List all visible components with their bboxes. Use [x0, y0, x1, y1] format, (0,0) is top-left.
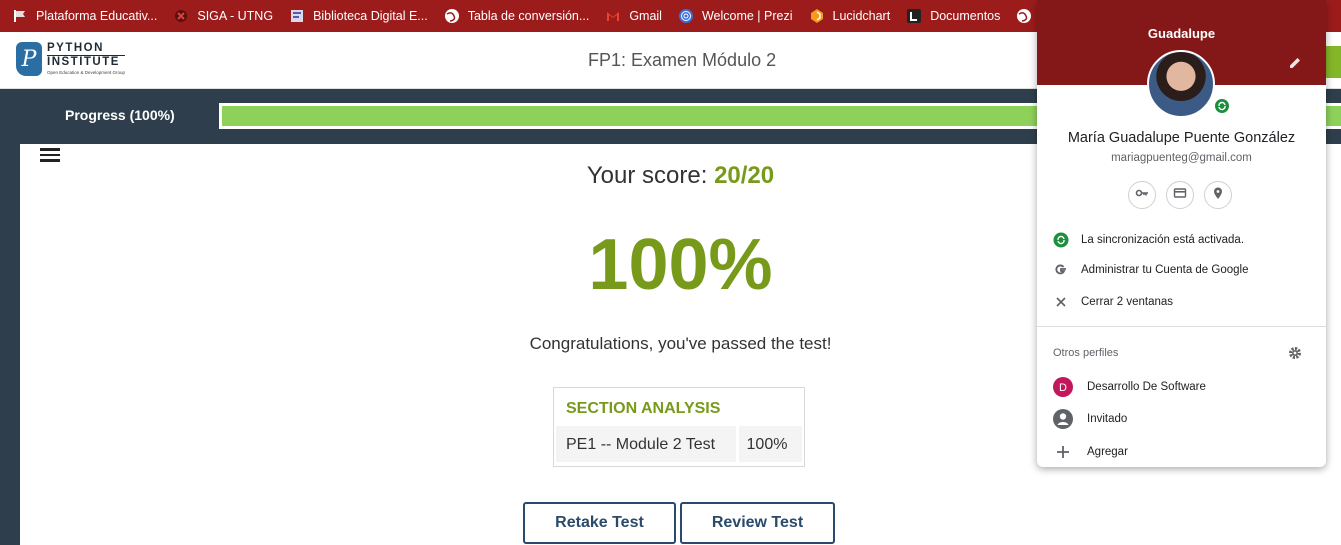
- score-label: Your score:: [586, 162, 708, 189]
- bookmark-documentos[interactable]: Documentos: [906, 8, 1000, 24]
- bookmark-label: Welcome | Prezi: [701, 9, 793, 23]
- prezi-icon: [678, 8, 694, 24]
- page-title: FP1: Examen Módulo 2: [588, 50, 777, 70]
- python-logo-icon: P: [16, 42, 42, 76]
- bookmark-label: Lucidchart: [832, 9, 891, 23]
- bookmark-label: SIGA - UTNG: [197, 9, 274, 23]
- payment-methods-button[interactable]: [1166, 181, 1194, 209]
- logo-line1: PYTHON: [47, 41, 104, 54]
- sync-icon: [1053, 232, 1069, 248]
- profile-short-name: Guadalupe: [1147, 26, 1216, 41]
- gear-icon[interactable]: [1287, 345, 1303, 361]
- section-analysis-title: SECTION ANALYSIS: [566, 400, 721, 417]
- profile-item-guest[interactable]: Invitado: [1053, 409, 1127, 429]
- guest-user-icon: [1053, 409, 1073, 429]
- score-value: 20/20: [714, 162, 775, 189]
- sync-badge-icon: [1213, 97, 1231, 115]
- bookmark-tabla[interactable]: Tabla de conversión...: [444, 8, 590, 24]
- key-icon: [1135, 186, 1149, 205]
- table-row: PE1 -- Module 2 Test 100%: [556, 426, 802, 462]
- flag-icon: [12, 8, 28, 24]
- other-profiles-heading: Otros perfiles: [1053, 347, 1119, 359]
- documents-icon: [906, 8, 922, 24]
- bookmark-label: Tabla de conversión...: [467, 9, 590, 23]
- profile-label: Desarrollo De Software: [1087, 381, 1206, 393]
- avatar: [1147, 50, 1215, 118]
- logo-text: PYTHON INSTITUTE Open Education & Develo…: [47, 41, 126, 76]
- profile-initial: D: [1059, 382, 1067, 394]
- add-profile-item[interactable]: Agregar: [1053, 442, 1128, 462]
- section-score-cell: 100%: [738, 426, 802, 462]
- book-icon: [289, 8, 305, 24]
- bookmark-siga[interactable]: SIGA - UTNG: [173, 8, 273, 24]
- hamburger-menu-icon[interactable]: [40, 148, 60, 162]
- lucidchart-icon: [809, 8, 825, 24]
- logo-line2: INSTITUTE: [47, 55, 126, 69]
- retake-test-button[interactable]: Retake Test: [523, 502, 676, 544]
- section-name-cell: PE1 -- Module 2 Test: [556, 426, 736, 462]
- bookmark-prezi[interactable]: Welcome | Prezi: [678, 8, 793, 24]
- divider: [1037, 326, 1326, 327]
- passwords-button[interactable]: [1128, 181, 1156, 209]
- globe-icon: [444, 8, 460, 24]
- manage-account-label: Administrar tu Cuenta de Google: [1081, 264, 1249, 276]
- bookmark-lucidchart[interactable]: Lucidchart: [809, 8, 891, 24]
- add-profile-label: Agregar: [1087, 446, 1128, 458]
- plus-icon: [1053, 442, 1073, 462]
- bookmark-biblioteca[interactable]: Biblioteca Digital E...: [289, 8, 428, 24]
- python-institute-logo[interactable]: P PYTHON INSTITUTE Open Education & Deve…: [16, 41, 126, 76]
- profile-label: Invitado: [1087, 413, 1128, 425]
- logo-tagline: Open Education & Development Group: [47, 69, 126, 75]
- profile-initial-avatar: D: [1053, 377, 1073, 397]
- progress-label: Progress (100%): [65, 107, 175, 123]
- bookmark-gmail[interactable]: Gmail: [605, 8, 662, 24]
- bookmark-plataforma[interactable]: Plataforma Educativ...: [12, 8, 157, 24]
- sync-status-item[interactable]: La sincronización está activada.: [1053, 232, 1244, 248]
- bookmark-label: Gmail: [629, 9, 662, 23]
- edit-pencil-icon[interactable]: [1287, 55, 1303, 71]
- manage-google-account-item[interactable]: Administrar tu Cuenta de Google: [1053, 262, 1248, 278]
- close-windows-item[interactable]: Cerrar 2 ventanas: [1053, 294, 1173, 310]
- location-pin-icon: [1211, 186, 1225, 205]
- sync-status-label: La sincronización está activada.: [1081, 234, 1245, 246]
- google-g-icon: [1053, 262, 1069, 278]
- bookmark-label: Biblioteca Digital E...: [313, 9, 428, 23]
- gmail-icon: [605, 8, 621, 24]
- profile-full-name: María Guadalupe Puente González: [1067, 130, 1296, 146]
- bookmark-label: Documentos: [930, 9, 1001, 23]
- review-test-button[interactable]: Review Test: [680, 502, 835, 544]
- bookmark-label: Plataforma Educativ...: [36, 9, 158, 23]
- section-analysis-table: SECTION ANALYSIS PE1 -- Module 2 Test 10…: [553, 387, 805, 467]
- globe-icon: [1016, 8, 1032, 24]
- addresses-button[interactable]: [1204, 181, 1232, 209]
- credit-card-icon: [1173, 186, 1187, 205]
- close-icon: [1053, 294, 1069, 310]
- profile-item-desarrollo[interactable]: D Desarrollo De Software: [1053, 377, 1206, 397]
- close-windows-label: Cerrar 2 ventanas: [1081, 296, 1174, 308]
- siga-icon: [173, 8, 189, 24]
- profile-menu: Guadalupe María Guadalupe Puente Gonzále…: [1037, 0, 1326, 467]
- profile-email: mariagpuenteg@gmail.com: [1111, 152, 1252, 164]
